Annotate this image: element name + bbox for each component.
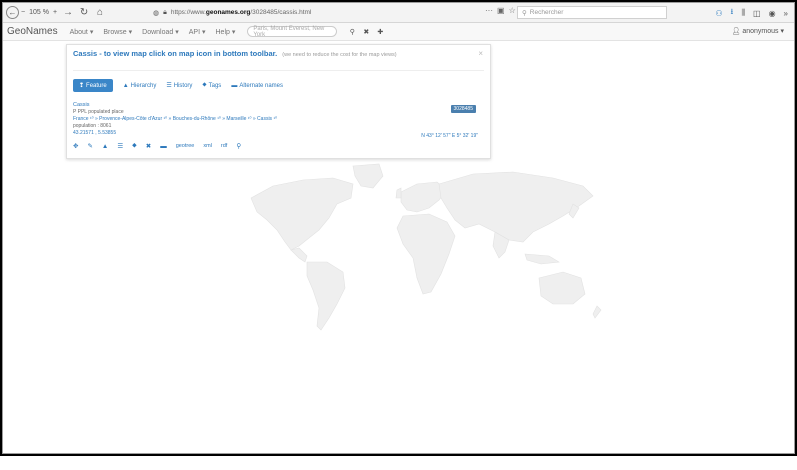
- tag-icon: ⬥: [202, 82, 207, 88]
- divider: [73, 70, 484, 71]
- tab-tags[interactable]: ⬥ Tags: [202, 82, 221, 89]
- tab-label: Hierarchy: [130, 82, 157, 89]
- search-icon: ⚲: [522, 9, 527, 17]
- tab-alternate-names[interactable]: ▬ Alternate names: [231, 83, 283, 89]
- continent-australia: [538, 271, 586, 305]
- home-icon[interactable]: ⌂: [93, 6, 107, 20]
- continent-africa: [396, 213, 456, 295]
- zoom-in-button[interactable]: +: [53, 9, 57, 16]
- plus-icon[interactable]: ✚: [375, 27, 385, 37]
- user-menu[interactable]: 👤︎ anonymous ▾: [732, 27, 785, 35]
- user-label: anonymous ▾: [742, 28, 784, 35]
- delete-icon[interactable]: ✖: [146, 142, 151, 150]
- search-icon[interactable]: ⚲: [347, 27, 357, 37]
- url-text: https://www.geonames.org/3028485/cassis.…: [170, 9, 312, 16]
- pocket-icon[interactable]: ▣: [497, 6, 505, 15]
- continent-indonesia: [524, 253, 560, 265]
- reload-icon[interactable]: ↻: [77, 6, 91, 20]
- feature-class: P PPL populated place: [73, 109, 124, 115]
- panel-title: Cassis - to view map click on map icon i…: [73, 49, 484, 58]
- account-icon[interactable]: ◉: [769, 9, 776, 18]
- page-actions-icon[interactable]: ···: [485, 6, 493, 15]
- population: population : 8061: [73, 123, 112, 129]
- map-marker-icon[interactable]: ⚲: [236, 142, 241, 150]
- browser-search-placeholder: Rechercher: [529, 9, 564, 16]
- continent-greenland: [352, 163, 384, 189]
- names-icon: ▬: [231, 82, 238, 89]
- panel-hint: (we need to reduce the cost for the map …: [282, 52, 397, 58]
- tab-label: History: [173, 82, 193, 89]
- extension-toolbar: ⚇ ⭳ ⫼ ◫ ◉ »: [715, 6, 788, 20]
- panel-action-toolbar: ✥ ✎ ▲ ☰ ⬥ ✖ ▬ geotree xml rdf ⚲: [73, 142, 484, 150]
- page-actions: ··· ▣ ☆: [485, 6, 516, 15]
- tab-label: Alternate names: [239, 82, 284, 89]
- continent-central-america: [290, 247, 308, 263]
- forward-button[interactable]: →: [61, 6, 75, 20]
- tab-label: Feature: [86, 82, 107, 89]
- address-bar[interactable]: ◍ 🔒︎ https://www.geonames.org/3028485/ca…: [153, 6, 483, 19]
- user-icon: 👤︎: [731, 28, 741, 35]
- geoname-id-badge: 3028485: [450, 105, 476, 113]
- tab-feature[interactable]: ❢ Feature: [73, 79, 113, 92]
- library-icon[interactable]: ⫼: [741, 8, 745, 18]
- sidebar-icon[interactable]: ◫: [753, 9, 761, 18]
- place-name[interactable]: Cassis: [73, 102, 484, 108]
- hierarchy-icon: ▲: [122, 82, 129, 89]
- continent-south-america: [306, 261, 346, 331]
- menu-browse[interactable]: Browse ▾: [103, 28, 132, 36]
- extension-icon[interactable]: ⚇: [715, 9, 722, 18]
- close-icon[interactable]: ×: [478, 49, 483, 58]
- names-icon[interactable]: ▬: [160, 143, 167, 150]
- clear-icon[interactable]: ✖: [361, 27, 371, 37]
- menu-help[interactable]: Help ▾: [216, 28, 236, 36]
- list-icon: ☰: [166, 83, 172, 89]
- geotree-link[interactable]: geotree: [176, 143, 195, 149]
- site-search-input[interactable]: Paris, Mount Everest, New York: [247, 25, 338, 38]
- zoom-out-button[interactable]: −: [21, 9, 25, 16]
- continent-north-america: [250, 177, 354, 251]
- world-map[interactable]: [233, 158, 633, 348]
- hierarchy-icon[interactable]: ▲: [102, 143, 108, 150]
- browser-toolbar: ← − 105 % + → ↻ ⌂ ◍ 🔒︎ https://www.geona…: [3, 3, 794, 23]
- list-icon[interactable]: ☰: [117, 142, 123, 150]
- continent-asia: [438, 171, 594, 243]
- tab-label: Tags: [208, 82, 222, 89]
- dms-coordinates: N 43° 12' 57" E 5° 32' 19": [421, 133, 478, 139]
- bottom-margin: [0, 456, 797, 470]
- tag-icon[interactable]: ⬥: [132, 142, 137, 150]
- continent-new-zealand: [592, 305, 602, 319]
- continent-uk: [395, 187, 402, 199]
- back-button[interactable]: ←: [6, 6, 19, 19]
- shield-icon: ◍: [153, 9, 160, 17]
- download-icon[interactable]: ⭳: [731, 6, 734, 20]
- tab-history[interactable]: ☰ History: [166, 82, 193, 90]
- menu-download[interactable]: Download ▾: [142, 28, 179, 36]
- panel-title-text: Cassis - to view map click on map icon i…: [73, 49, 278, 58]
- lock-icon: 🔒︎: [163, 8, 167, 16]
- site-brand[interactable]: GeoNames: [7, 26, 58, 37]
- tab-hierarchy[interactable]: ▲ Hierarchy: [123, 83, 157, 89]
- feature-panel: Cassis - to view map click on map icon i…: [66, 44, 491, 159]
- move-icon[interactable]: ✥: [73, 142, 78, 150]
- browser-window: ← − 105 % + → ↻ ⌂ ◍ 🔒︎ https://www.geona…: [2, 2, 795, 454]
- browser-search-input[interactable]: ⚲ Rechercher: [517, 6, 667, 19]
- rdf-link[interactable]: rdf: [221, 143, 227, 149]
- panel-tabs: ❢ Feature ▲ Hierarchy ☰ History ⬥ Tags ▬ Alte…: [73, 79, 484, 92]
- zoom-level[interactable]: 105 %: [29, 9, 49, 16]
- menu-api[interactable]: API ▾: [189, 28, 206, 36]
- edit-icon[interactable]: ✎: [87, 142, 92, 150]
- marker-icon: ❢: [79, 83, 85, 89]
- overflow-icon[interactable]: »: [784, 9, 788, 18]
- menu-about[interactable]: About ▾: [70, 28, 94, 36]
- bookmark-star-icon[interactable]: ☆: [509, 6, 516, 15]
- admin-hierarchy[interactable]: France ¹⁰ » Provence-Alpes-Côte d'Azur ¹…: [73, 116, 484, 122]
- xml-link[interactable]: xml: [203, 143, 212, 149]
- site-navbar: GeoNames About ▾ Browse ▾ Download ▾ API…: [3, 23, 794, 41]
- site-search-placeholder: Paris, Mount Everest, New York: [253, 25, 325, 38]
